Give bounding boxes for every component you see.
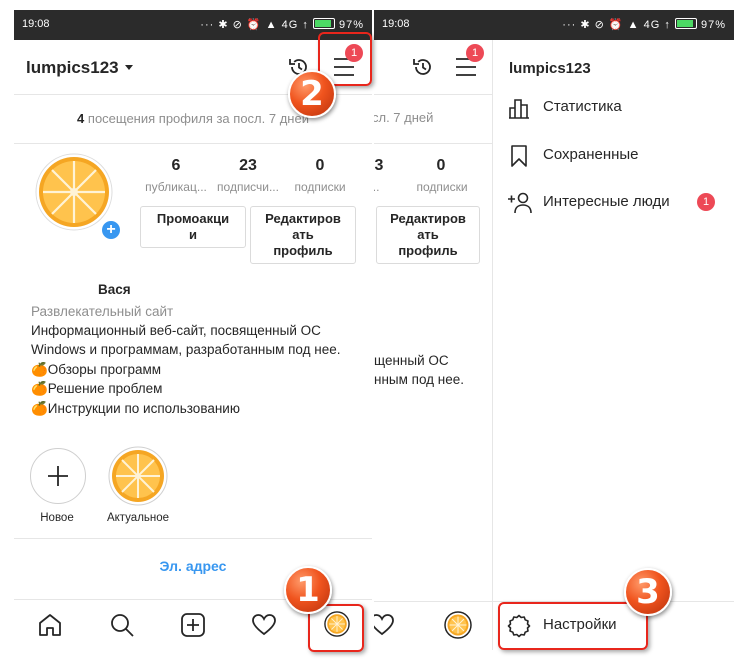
bio-line-3: 🍊Обзоры программ (31, 362, 162, 377)
bio-line-1: Информационный веб-сайт, посвященный ОС (31, 323, 321, 338)
followers-count: 23 (239, 157, 257, 174)
background-profile-strip: 1 сл. 7 дней 3 0 чи... подписки Редактир… (374, 40, 493, 650)
visits-text-clipped: сл. 7 дней (374, 110, 434, 125)
search-icon[interactable] (109, 612, 135, 638)
side-drawer: lumpics123 Статистика Сохраненные Интере… (493, 40, 734, 650)
visits-divider (374, 143, 492, 144)
visits-text: посещения профиля за посл. 7 дней (87, 111, 309, 126)
discover-people-badge: 1 (697, 193, 715, 211)
status-time: 19:08 (22, 18, 50, 30)
status-icons: ··· ✱ ⊘ ⏰ ▲ 4G ↑ 97% (200, 18, 364, 31)
profile-name: Вася (98, 282, 131, 297)
heart-icon[interactable] (251, 612, 277, 638)
step-badge-1: 1 (284, 566, 332, 614)
edit-profile-button[interactable]: Редактиров ать профиль (250, 206, 356, 264)
status-icons-right: ··· ✱ ⊘ ⏰ ▲ 4G ↑ 97% (562, 18, 726, 31)
step-badge-3: 3 (624, 568, 672, 616)
heart-icon[interactable] (374, 612, 395, 638)
edit-profile-button-clipped[interactable]: Редактиров ать профиль (376, 206, 480, 264)
drawer-username: lumpics123 (509, 60, 591, 77)
bio-line-2: Windows и программам, разработанным под … (31, 342, 341, 357)
callout-settings (498, 602, 648, 650)
new-highlight-label: Новое (40, 512, 74, 524)
followers-label-clipped: чи... (374, 180, 380, 194)
profile-category: Развлекательный сайт (31, 304, 174, 319)
menu-label-statistics: Статистика (543, 98, 622, 115)
add-person-icon (508, 192, 532, 214)
home-icon[interactable] (37, 612, 63, 638)
following-count: 0 (315, 157, 325, 174)
contact-divider (14, 538, 372, 539)
following-label-clipped: подписки (416, 180, 468, 194)
highlight-current[interactable] (108, 446, 168, 506)
menu-item-saved[interactable]: Сохраненные (507, 144, 727, 170)
profile-username: lumpics123 (26, 58, 119, 77)
bar-chart-icon (509, 99, 529, 119)
step-badge-2: 2 (288, 70, 336, 118)
promotions-button[interactable]: Промоакци и (140, 206, 246, 248)
bio-line-5: 🍊Инструкции по использованию (31, 401, 240, 416)
status-bar-right: 19:08 ··· ✱ ⊘ ⏰ ▲ 4G ↑ 97% (374, 10, 734, 40)
plus-icon (48, 466, 68, 486)
new-post-icon[interactable] (180, 612, 206, 638)
followers-label[interactable]: подписчи... (210, 180, 286, 194)
posts-count: 6 (171, 157, 181, 174)
drawer-screen: 19:08 ··· ✱ ⊘ ⏰ ▲ 4G ↑ 97% 1 сл. 7 дней … (374, 10, 734, 650)
chevron-down-icon (124, 65, 133, 70)
add-story-plus-icon[interactable]: + (100, 219, 122, 241)
following-label[interactable]: подписки (282, 180, 358, 194)
status-time-right: 19:08 (382, 18, 410, 30)
archive-history-icon[interactable] (410, 54, 436, 80)
menu-item-discover-people[interactable]: Интересные люди 1 (507, 191, 727, 217)
bio-line-1-clipped: щенный ОС (374, 353, 449, 368)
bookmark-icon (511, 145, 527, 167)
nav-divider-clipped (374, 601, 492, 602)
bio-line-4: 🍊Решение проблем (31, 381, 163, 396)
menu-item-statistics[interactable]: Статистика (507, 96, 727, 122)
visits-count: 4 (77, 111, 85, 126)
account-switcher[interactable]: lumpics123 (26, 58, 133, 78)
profile-tab-avatar[interactable] (444, 611, 472, 639)
posts-label[interactable]: публикац... (138, 180, 214, 194)
profile-avatar[interactable] (34, 152, 114, 232)
notification-badge: 1 (466, 44, 484, 62)
highlight-current-label: Актуальное (106, 512, 170, 524)
following-count-clipped: 0 (436, 157, 446, 174)
bio-line-2-clipped: нным под нее. (374, 372, 465, 387)
menu-label-discover-people: Интересные люди (543, 193, 670, 210)
menu-label-saved: Сохраненные (543, 146, 639, 163)
